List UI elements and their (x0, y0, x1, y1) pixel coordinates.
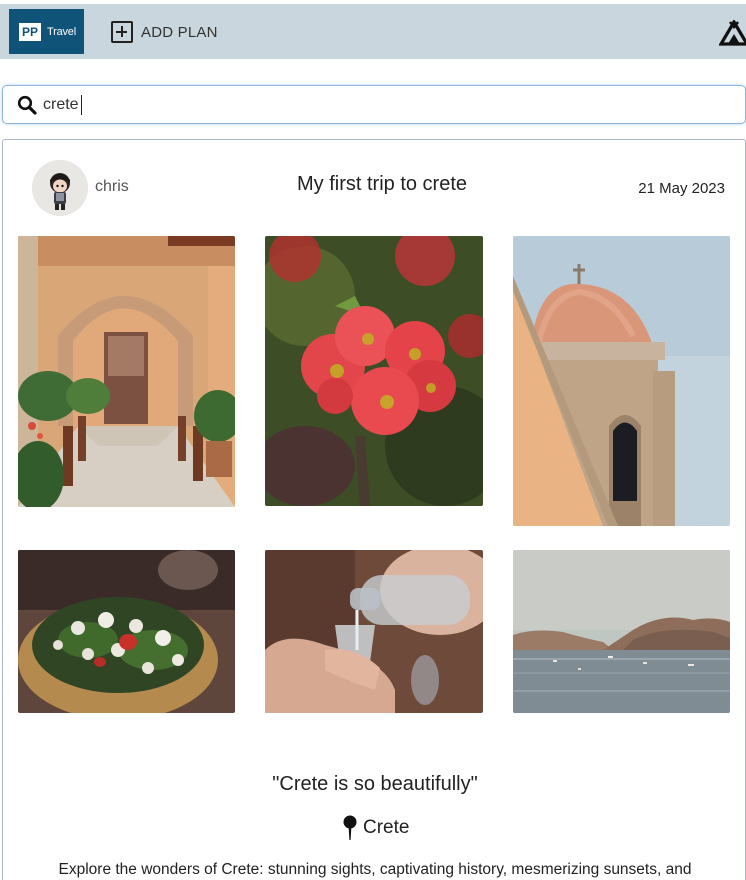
photo-church-dome[interactable] (513, 236, 730, 526)
location-label: Crete (363, 817, 410, 838)
map-pin-icon (343, 815, 357, 840)
photo-pouring-water[interactable] (265, 550, 483, 713)
post-description: Explore the wonders of Crete: stunning s… (58, 861, 692, 878)
post-title: My first trip to crete (296, 173, 468, 195)
post-location[interactable]: Crete (343, 814, 409, 842)
tent-icon[interactable] (719, 20, 746, 46)
search-input[interactable] (43, 92, 733, 118)
photo-red-flowers[interactable] (265, 236, 483, 506)
post-quote: "Crete is so beautifully" (272, 773, 478, 795)
text-caret (81, 95, 82, 115)
photo-courtyard[interactable] (18, 236, 235, 507)
search-bar[interactable] (2, 85, 746, 124)
plus-square-icon (111, 21, 133, 43)
post-date: 21 May 2023 (638, 180, 725, 197)
logo-mark: PP (19, 22, 42, 41)
photo-sea-bay[interactable] (513, 550, 730, 713)
app-logo[interactable]: PP Travel (9, 9, 84, 54)
search-icon (17, 95, 37, 115)
add-plan-button[interactable]: ADD PLAN (111, 19, 218, 45)
trip-post-card: chris My first trip to crete 21 May 2023 (2, 139, 746, 880)
photo-salad[interactable] (18, 550, 235, 713)
logo-text: Travel (47, 25, 76, 38)
add-plan-label: ADD PLAN (141, 23, 218, 41)
top-navbar: PP Travel ADD PLAN (0, 4, 746, 59)
